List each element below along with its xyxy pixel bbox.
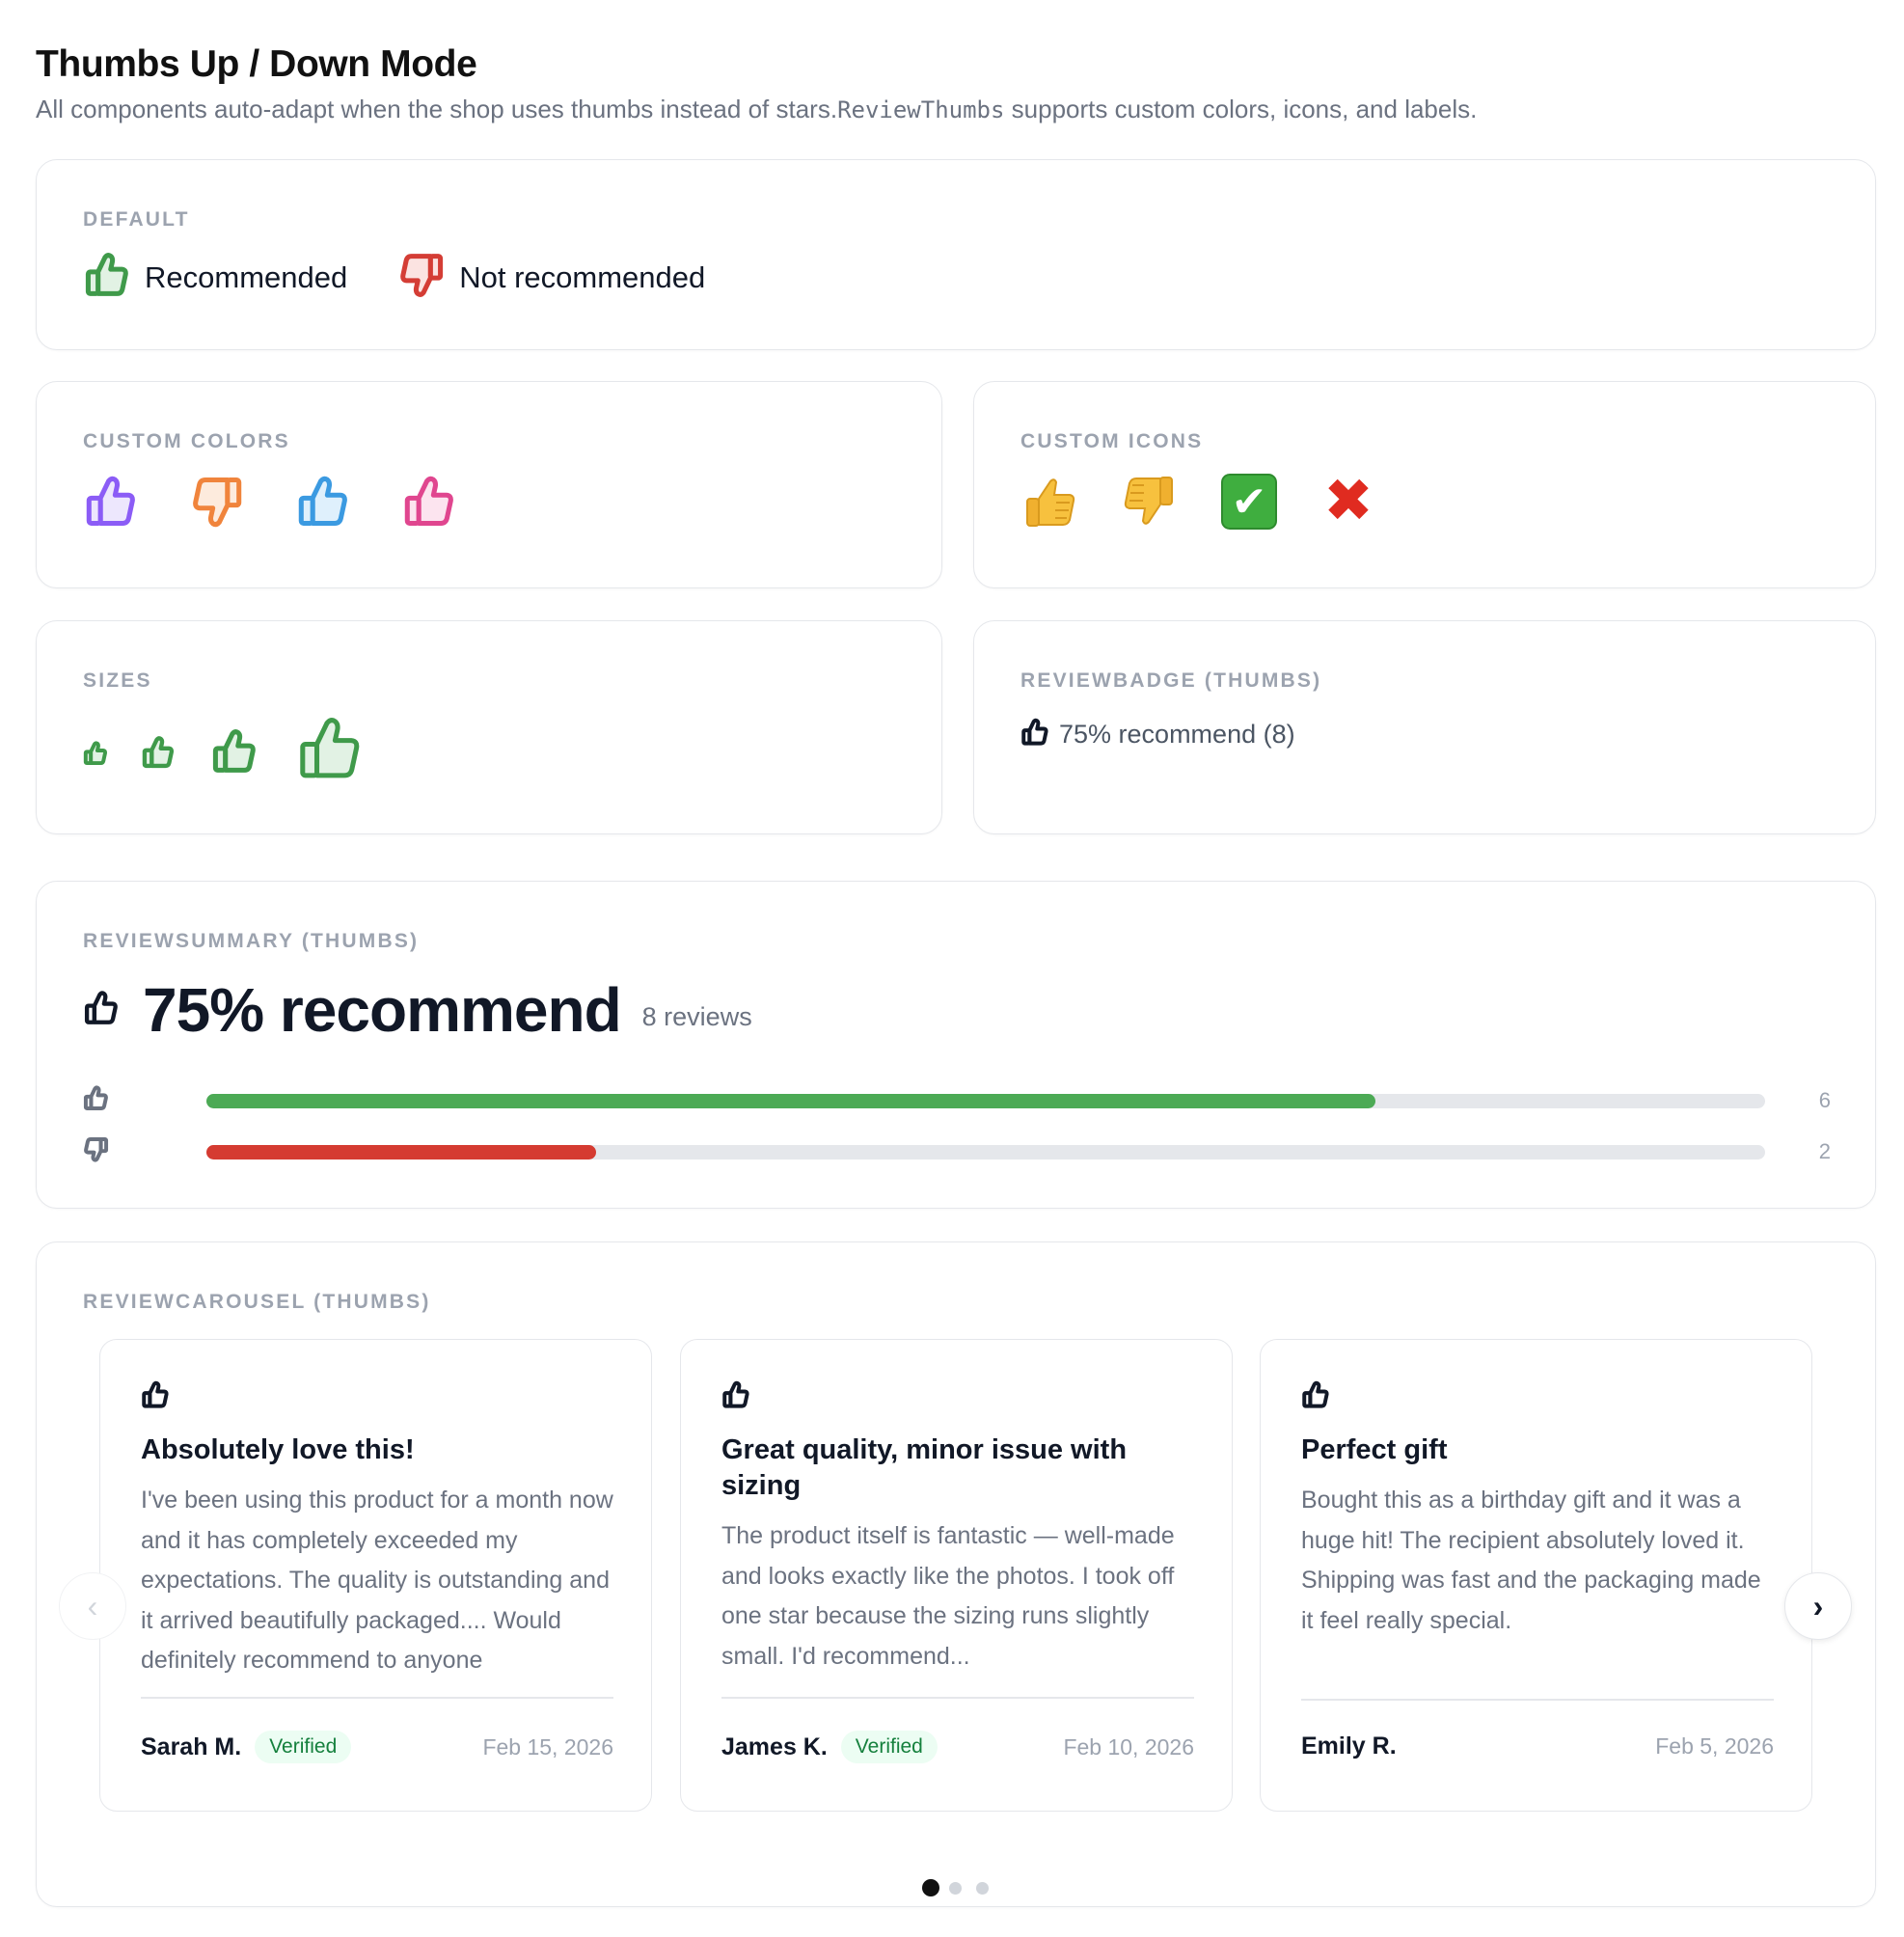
default-card: Default Recommended Not recommended bbox=[36, 159, 1876, 350]
thumbs-up-icon bbox=[83, 990, 120, 1031]
thumbs-up-icon bbox=[1301, 1380, 1330, 1409]
section-label: ReviewBadge (thumbs) bbox=[1020, 669, 1322, 692]
review-card[interactable]: Absolutely love this! I've been using th… bbox=[99, 1339, 652, 1812]
thumbs-up-icon[interactable] bbox=[83, 474, 139, 530]
recommended-label: Recommended bbox=[145, 259, 348, 294]
thumbs-down-icon bbox=[397, 251, 446, 304]
section-label: ReviewCarousel (thumbs) bbox=[83, 1291, 431, 1313]
carousel-prev-button[interactable]: ‹ bbox=[59, 1572, 126, 1640]
verified-badge: Verified bbox=[255, 1731, 352, 1763]
thumbs-up-bar-row[interactable]: 6 bbox=[83, 1085, 1831, 1116]
review-title: Absolutely love this! bbox=[141, 1434, 415, 1465]
sizes-card: Sizes bbox=[36, 620, 942, 834]
review-author: James K. bbox=[721, 1732, 828, 1760]
thumbs-up-icon bbox=[1020, 718, 1049, 751]
review-summary-card: ReviewSummary (thumbs) 75% recommend 8 r… bbox=[36, 881, 1876, 1209]
progress-fill bbox=[206, 1094, 1375, 1108]
thumbs-up-icon[interactable] bbox=[401, 474, 457, 530]
divider bbox=[1301, 1699, 1774, 1701]
custom-colors-card: Custom Colors bbox=[36, 381, 942, 588]
review-carousel-card: ReviewCarousel (thumbs) Absolutely love … bbox=[36, 1241, 1876, 1907]
section-label: Custom Icons bbox=[1020, 430, 1204, 452]
custom-icons-card: Custom Icons ✔ ✖ bbox=[973, 381, 1876, 588]
thumbs-up-icon bbox=[83, 1085, 109, 1116]
review-title: Great quality, minor issue with sizing bbox=[721, 1434, 1128, 1501]
pagination-dot[interactable] bbox=[922, 1879, 939, 1896]
carousel-next-button[interactable]: › bbox=[1784, 1572, 1852, 1640]
review-badge-card: ReviewBadge (thumbs) 75% recommend (8) bbox=[973, 620, 1876, 834]
thumbs-up-icon[interactable] bbox=[295, 474, 351, 530]
subtitle-text: All components auto-adapt when the shop … bbox=[36, 95, 838, 123]
thumbs-down-icon bbox=[83, 1136, 109, 1167]
thumbs-down-icon[interactable] bbox=[189, 474, 245, 530]
badge-text: 75% recommend (8) bbox=[1059, 720, 1295, 749]
section-label: ReviewSummary (thumbs) bbox=[83, 930, 420, 952]
review-badge[interactable]: 75% recommend (8) bbox=[1020, 718, 1295, 751]
review-date: Feb 15, 2026 bbox=[482, 1733, 613, 1760]
thumbs-up-icon-large bbox=[210, 727, 258, 776]
review-body: The product itself is fantastic — well-m… bbox=[721, 1522, 1175, 1670]
verified-badge: Verified bbox=[840, 1731, 938, 1763]
bar-count: 2 bbox=[1818, 1139, 1831, 1163]
thumbs-up-icon-xlarge bbox=[295, 714, 365, 783]
page: Thumbs Up / Down Mode All components aut… bbox=[36, 39, 1876, 1907]
review-author: Sarah M. bbox=[141, 1732, 242, 1760]
review-author: Emily R. bbox=[1301, 1732, 1397, 1760]
pagination-dot[interactable] bbox=[976, 1881, 989, 1895]
bar-count: 6 bbox=[1818, 1088, 1831, 1112]
section-label: Default bbox=[83, 208, 190, 231]
subtitle-code: ReviewThumbs bbox=[837, 96, 1005, 123]
thumbs-up-icon bbox=[83, 251, 131, 304]
review-body: Bought this as a birthday gift and it wa… bbox=[1301, 1487, 1761, 1634]
divider bbox=[141, 1697, 613, 1699]
section-label: Sizes bbox=[83, 669, 152, 692]
review-count: 8 reviews bbox=[641, 1001, 752, 1031]
cross-mark-icon[interactable]: ✖ bbox=[1319, 472, 1377, 532]
recommend-headline: 75% recommend bbox=[143, 975, 622, 1045]
thumbs-up-icon-medium bbox=[141, 735, 176, 770]
review-date: Feb 10, 2026 bbox=[1063, 1733, 1194, 1760]
review-date: Feb 5, 2026 bbox=[1655, 1733, 1774, 1759]
page-title: Thumbs Up / Down Mode bbox=[36, 43, 477, 85]
thumbs-down-bar-row[interactable]: 2 bbox=[83, 1137, 1831, 1166]
review-card[interactable]: Great quality, minor issue with sizing T… bbox=[680, 1339, 1233, 1812]
progress-track bbox=[206, 1094, 1765, 1108]
thumbs-up-icon bbox=[141, 1380, 170, 1409]
check-mark-icon[interactable]: ✔ bbox=[1221, 474, 1277, 530]
page-subtitle: All components auto-adapt when the shop … bbox=[36, 92, 1876, 127]
progress-track bbox=[206, 1145, 1765, 1159]
review-card[interactable]: Perfect gift Bought this as a birthday g… bbox=[1260, 1339, 1812, 1812]
progress-fill bbox=[206, 1145, 596, 1159]
not-recommended-item[interactable]: Not recommended bbox=[397, 251, 705, 304]
section-label: Custom Colors bbox=[83, 430, 290, 452]
thumbs-up-emoji-icon[interactable] bbox=[1020, 473, 1078, 531]
thumbs-up-icon bbox=[721, 1380, 750, 1409]
pagination-dot[interactable] bbox=[949, 1881, 962, 1895]
thumbs-up-icon-small bbox=[83, 741, 108, 766]
recommended-item[interactable]: Recommended bbox=[83, 251, 347, 304]
review-body: I've been using this product for a month… bbox=[141, 1487, 613, 1674]
review-title: Perfect gift bbox=[1301, 1434, 1448, 1465]
carousel-pagination bbox=[922, 1879, 1003, 1896]
subtitle-text-end: supports custom colors, icons, and label… bbox=[1004, 95, 1478, 123]
not-recommended-label: Not recommended bbox=[459, 259, 706, 294]
thumbs-down-emoji-icon[interactable] bbox=[1121, 473, 1179, 531]
divider bbox=[721, 1697, 1194, 1699]
